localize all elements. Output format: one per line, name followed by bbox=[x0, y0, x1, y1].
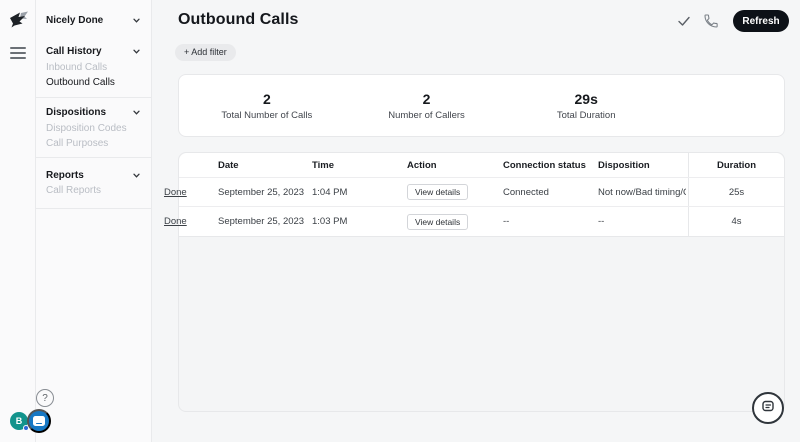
feedback-button[interactable] bbox=[752, 392, 784, 424]
question-mark-icon: ? bbox=[42, 392, 48, 404]
sidebar-item-disposition-codes[interactable]: Disposition Codes bbox=[46, 123, 143, 135]
column-header-date: Date bbox=[218, 159, 239, 171]
stat-value: 2 bbox=[422, 90, 431, 107]
cell-duration: 25s bbox=[728, 186, 745, 198]
chevron-down-icon bbox=[132, 16, 141, 25]
section-title: Reports bbox=[46, 170, 84, 181]
sidebar-item-call-purposes[interactable]: Call Purposes bbox=[46, 138, 143, 150]
section-title: Call History bbox=[46, 46, 102, 57]
table-row: Done September 25, 2023 1:03 PM View det… bbox=[164, 207, 784, 236]
sidebar-nav: Nicely Done Call History Inbound Calls O… bbox=[36, 0, 152, 442]
done-link[interactable]: Done bbox=[164, 187, 187, 198]
cell-connection-status: -- bbox=[503, 216, 510, 227]
chevron-down-icon bbox=[132, 47, 141, 56]
account-switcher[interactable]: Nicely Done bbox=[46, 15, 143, 27]
cell-time: 1:04 PM bbox=[312, 186, 348, 198]
table-header-row: Date Time Action Connection status Dispo… bbox=[179, 153, 784, 178]
cell-connection-status: Connected bbox=[503, 186, 549, 198]
cell-disposition: -- bbox=[598, 216, 605, 227]
section-title: Dispositions bbox=[46, 107, 107, 118]
divider bbox=[36, 97, 151, 98]
stat-number-of-callers: 2 Number of Callers bbox=[347, 91, 507, 121]
account-name: Nicely Done bbox=[46, 15, 104, 26]
badge-letter: B bbox=[15, 416, 23, 426]
column-header-action: Action bbox=[407, 159, 437, 171]
cell-date: September 25, 2023 bbox=[218, 216, 305, 227]
stat-total-duration: 29s Total Duration bbox=[506, 91, 666, 121]
stats-card: 2 Total Number of Calls 2 Number of Call… bbox=[178, 74, 785, 137]
refresh-button[interactable]: Refresh bbox=[733, 10, 789, 32]
cell-time: 1:03 PM bbox=[312, 216, 348, 227]
column-header-duration: Duration bbox=[716, 159, 757, 171]
stat-value: 2 bbox=[262, 90, 271, 107]
chevron-down-icon bbox=[132, 171, 141, 180]
cell-duration: 4s bbox=[731, 216, 742, 227]
stat-value: 29s bbox=[574, 90, 598, 107]
menu-toggle-icon[interactable] bbox=[10, 47, 26, 61]
main-content: Outbound Calls Refresh + Add filter 2 To… bbox=[152, 0, 800, 442]
sidebar-item-call-reports[interactable]: Call Reports bbox=[46, 185, 143, 197]
sidebar-section-call-history[interactable]: Call History bbox=[46, 46, 143, 58]
sidebar-section-dispositions[interactable]: Dispositions bbox=[46, 107, 143, 119]
icon-rail bbox=[0, 0, 36, 442]
column-header-time: Time bbox=[312, 159, 335, 171]
app-logo-icon bbox=[8, 10, 30, 30]
sidebar-section-reports[interactable]: Reports bbox=[46, 170, 143, 182]
sidebar-item-inbound-calls[interactable]: Inbound Calls bbox=[46, 62, 143, 74]
check-icon[interactable] bbox=[676, 13, 692, 29]
phone-icon[interactable] bbox=[703, 13, 719, 29]
cell-disposition: Not now/Bad timing/C... bbox=[598, 186, 686, 198]
feedback-note-icon bbox=[761, 400, 775, 416]
calls-table: Date Time Action Connection status Dispo… bbox=[164, 153, 784, 237]
divider bbox=[36, 208, 151, 209]
done-link[interactable]: Done bbox=[164, 216, 187, 227]
chat-avatar-badge[interactable]: B bbox=[10, 412, 29, 431]
column-header-connection-status: Connection status bbox=[503, 159, 586, 171]
help-button[interactable]: ? bbox=[36, 389, 54, 407]
messenger-icon bbox=[33, 416, 45, 426]
view-details-button[interactable]: View details bbox=[407, 184, 469, 200]
page-title: Outbound Calls bbox=[178, 11, 299, 28]
stat-label: Total Duration bbox=[556, 109, 616, 121]
chat-launcher-button[interactable] bbox=[27, 409, 51, 433]
chevron-down-icon bbox=[132, 108, 141, 117]
stat-label: Number of Callers bbox=[388, 109, 465, 121]
table-row: Done September 25, 2023 1:04 PM View det… bbox=[164, 178, 784, 207]
cell-date: September 25, 2023 bbox=[218, 186, 305, 198]
sidebar-item-outbound-calls[interactable]: Outbound Calls bbox=[46, 77, 143, 89]
column-header-disposition: Disposition bbox=[598, 159, 650, 171]
divider bbox=[36, 157, 151, 158]
view-details-button[interactable]: View details bbox=[407, 213, 469, 230]
add-filter-button[interactable]: + Add filter bbox=[175, 44, 236, 61]
calls-table-card: Date Time Action Connection status Dispo… bbox=[164, 152, 785, 412]
stat-label: Total Number of Calls bbox=[221, 109, 313, 121]
stat-total-calls: 2 Total Number of Calls bbox=[187, 91, 347, 121]
